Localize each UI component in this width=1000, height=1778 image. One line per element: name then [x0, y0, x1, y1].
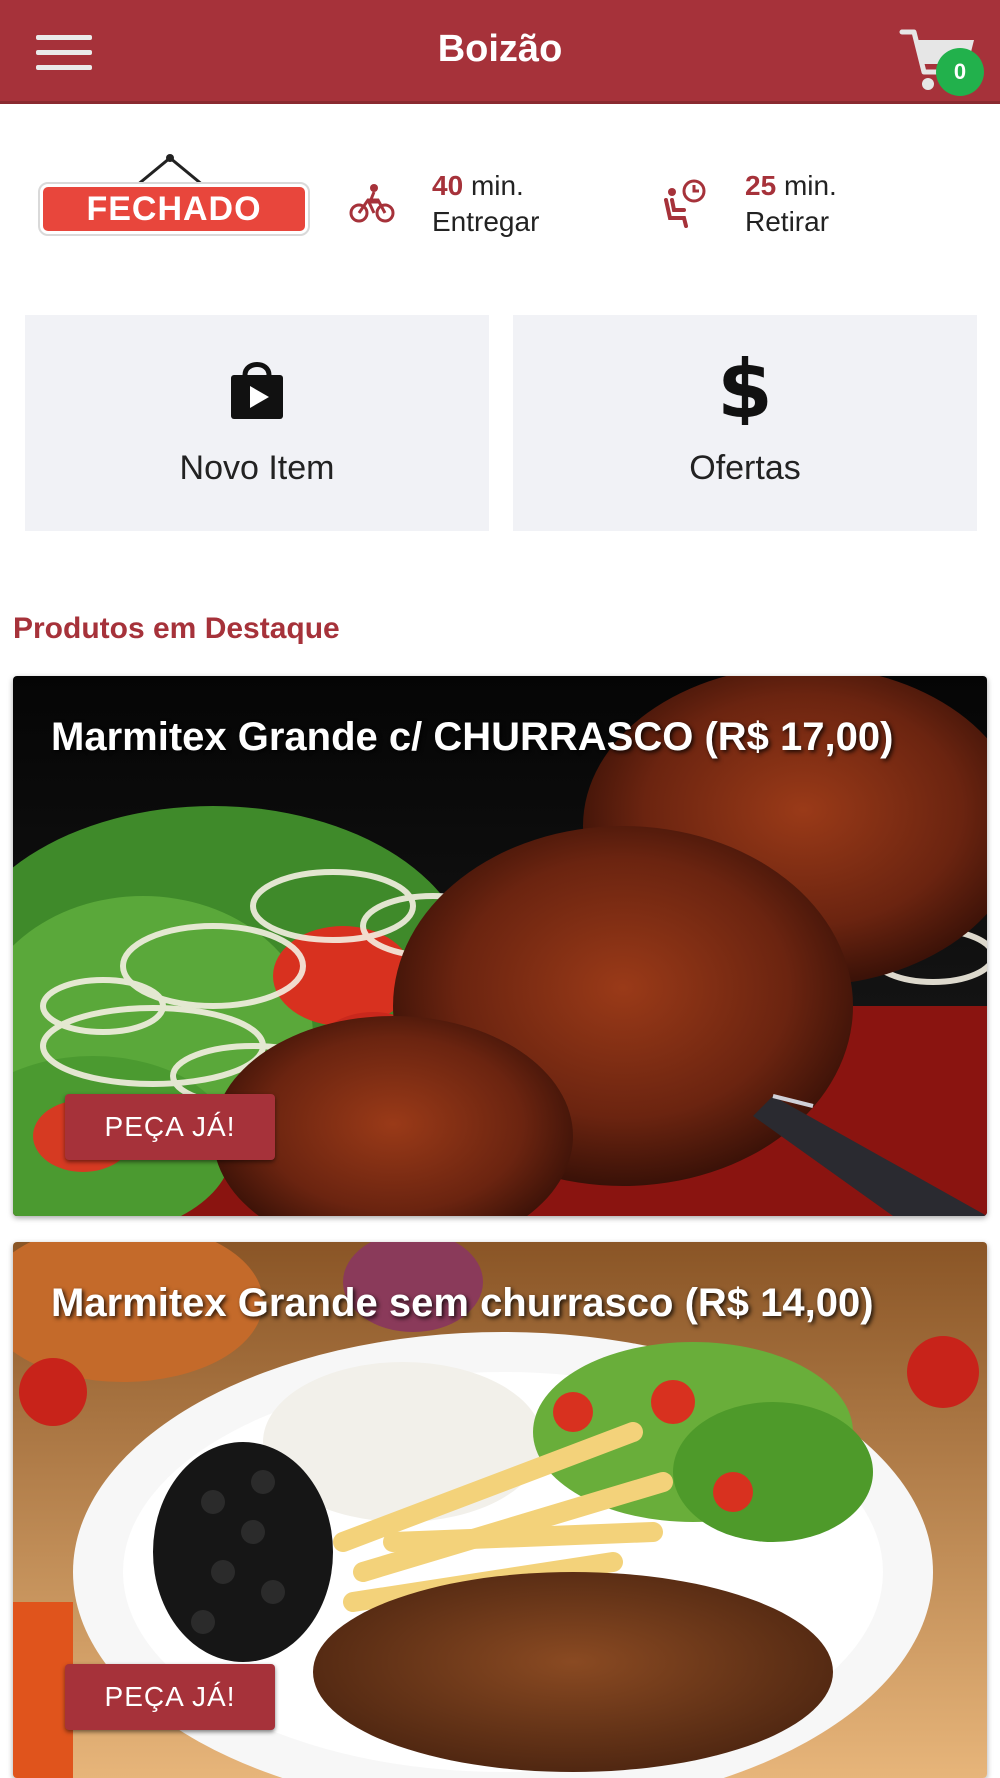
new-item-label: Novo Item: [179, 449, 335, 487]
delivery-time: 40 min. Entregar: [432, 168, 539, 240]
product-card[interactable]: Marmitex Grande c/ CHURRASCO (R$ 17,00) …: [13, 676, 987, 1216]
product-card[interactable]: Marmitex Grande sem churrasco (R$ 14,00)…: [13, 1242, 987, 1778]
delivery-minutes: 40: [432, 170, 464, 201]
closed-status-sign: FECHADO: [38, 182, 310, 236]
pickup-unit: min.: [783, 170, 837, 201]
delivery-bike-icon: [349, 184, 395, 223]
product-title: Marmitex Grande c/ CHURRASCO (R$ 17,00): [51, 715, 894, 759]
order-now-button[interactable]: PEÇA JÁ!: [65, 1664, 275, 1730]
app-title: Boizão: [437, 28, 563, 70]
top-app-bar: Boizão 0: [0, 0, 1000, 104]
pickup-minutes: 25: [745, 170, 777, 201]
offers-tile[interactable]: $ Ofertas: [513, 315, 977, 531]
pickup-waiting-icon: [664, 179, 706, 228]
pickup-time: 25 min. Retirar: [745, 168, 837, 240]
cart-count-badge: 0: [936, 48, 984, 96]
shopping-bag-play-icon: [231, 362, 283, 419]
product-title: Marmitex Grande sem churrasco (R$ 14,00): [51, 1281, 874, 1325]
pickup-label: Retirar: [745, 206, 830, 237]
delivery-label: Entregar: [432, 206, 540, 237]
new-item-tile[interactable]: Novo Item: [25, 315, 489, 531]
svg-text:$: $: [717, 353, 773, 425]
delivery-unit: min.: [470, 170, 524, 201]
order-now-button[interactable]: PEÇA JÁ!: [65, 1094, 275, 1160]
offers-label: Ofertas: [689, 449, 801, 487]
featured-products-heading: Produtos em Destaque: [13, 612, 340, 645]
dollar-icon: $: [717, 353, 773, 425]
sign-hanger-icon: [135, 154, 205, 188]
